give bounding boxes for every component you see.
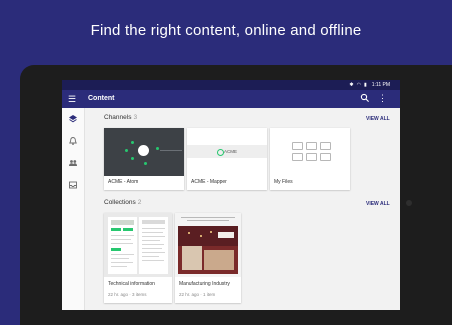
atom-node [125, 149, 128, 152]
collections-count: 2 [137, 199, 142, 206]
file-icon [320, 142, 331, 150]
document-page [108, 217, 137, 274]
document-page [139, 217, 168, 274]
collections-view-all-link[interactable]: VIEW ALL [366, 201, 390, 207]
bluetooth-icon: ✱ [349, 82, 354, 88]
wifi-icon: ◠ [356, 82, 361, 88]
channel-card-my-files[interactable]: My Files [270, 128, 350, 190]
file-icon [292, 142, 303, 150]
collection-card-meta: 22 hr. ago · 3 items [108, 292, 147, 297]
collection-card-label: Manufacturing Industry [179, 281, 230, 287]
collection-card-meta: 22 hr. ago · 1 item [179, 292, 216, 297]
battery-icon: ▮ [363, 82, 367, 88]
bell-icon[interactable] [68, 136, 78, 146]
acme-logo-mark [217, 148, 224, 156]
atom-node [131, 141, 134, 144]
channel-card-label: ACME - Atom [108, 179, 139, 185]
page-title: Content [88, 95, 115, 102]
channels-view-all-link[interactable]: VIEW ALL [366, 116, 390, 122]
channel-card-atom[interactable]: ACME - Atom [104, 128, 184, 190]
collections-section-title: Collections 2 [104, 199, 141, 206]
file-icon [306, 142, 317, 150]
collection-card-label: Technical information [108, 281, 155, 287]
channels-section-title: Channels 3 [104, 114, 137, 121]
tablet-camera [406, 200, 412, 206]
collection-card-manufacturing[interactable]: Manufacturing Industry 22 hr. ago · 1 it… [175, 213, 241, 303]
inbox-icon[interactable] [68, 180, 78, 190]
collection-card-technical[interactable]: Technical information 22 hr. ago · 3 ite… [104, 213, 172, 303]
atom-center-node [138, 145, 149, 156]
my-files-thumbnail [270, 128, 350, 176]
promo-headline: Find the right content, online and offli… [90, 22, 362, 39]
collections-title: Collections [104, 199, 136, 206]
atom-thumbnail [104, 128, 184, 176]
app-screen: ✱ ◠ ▮ 1:11 PM ☰ Content ⋮ Channels 3 VIE… [62, 80, 400, 310]
channel-card-mapper[interactable]: ACME ACME - Mapper [187, 128, 267, 190]
more-vert-icon[interactable]: ⋮ [378, 93, 387, 103]
mapper-thumbnail: ACME [187, 128, 267, 176]
atom-node [156, 147, 159, 150]
hamburger-menu-icon[interactable]: ☰ [68, 94, 76, 104]
layers-icon[interactable] [68, 114, 78, 124]
atom-node [131, 157, 134, 160]
channel-card-label: My Files [274, 179, 293, 185]
search-icon[interactable] [360, 93, 370, 103]
file-icon [292, 153, 303, 161]
acme-logo-text: ACME [224, 148, 238, 154]
channels-title: Channels [104, 114, 132, 121]
app-bar: ☰ Content ⋮ [62, 90, 400, 108]
channels-count: 3 [133, 114, 138, 121]
status-time: 1:11 PM [371, 82, 390, 88]
nav-rail [62, 108, 85, 310]
atom-connector [160, 150, 182, 151]
technical-thumbnail [104, 213, 172, 277]
manufacturing-thumbnail [175, 213, 241, 277]
file-icon [320, 153, 331, 161]
brochure-header [181, 216, 235, 223]
file-icon [306, 153, 317, 161]
status-bar: ✱ ◠ ▮ 1:11 PM [62, 80, 400, 90]
atom-node [144, 162, 147, 165]
manufacturing-photo [178, 226, 238, 274]
people-icon[interactable] [68, 158, 78, 168]
channel-card-label: ACME - Mapper [191, 179, 227, 185]
